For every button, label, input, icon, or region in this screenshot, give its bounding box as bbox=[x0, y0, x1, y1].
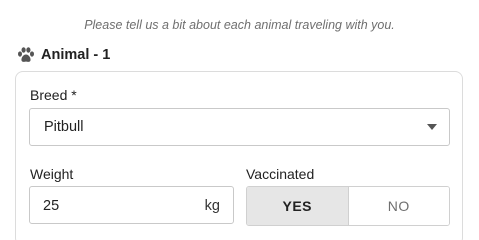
animal-title: Animal - 1 bbox=[41, 47, 111, 63]
vaccinated-toggle: YES NO bbox=[246, 186, 450, 226]
weight-label: Weight bbox=[30, 166, 74, 182]
vaccinated-no-button[interactable]: NO bbox=[348, 187, 449, 225]
paw-icon bbox=[17, 47, 35, 63]
weight-input[interactable]: 25 kg bbox=[29, 186, 234, 224]
chevron-down-icon bbox=[427, 124, 437, 130]
weight-unit: kg bbox=[204, 198, 220, 214]
animal-card: Breed * Pitbull Weight 25 kg Vaccinated … bbox=[15, 71, 463, 240]
breed-label: Breed * bbox=[30, 87, 77, 103]
weight-value: 25 bbox=[43, 198, 60, 214]
breed-select[interactable]: Pitbull bbox=[29, 108, 450, 146]
vaccinated-yes-button[interactable]: YES bbox=[247, 187, 349, 225]
breed-value: Pitbull bbox=[44, 119, 84, 135]
vaccinated-label: Vaccinated bbox=[246, 166, 315, 182]
intro-text: Please tell us a bit about each animal t… bbox=[84, 18, 395, 32]
animal-header: Animal - 1 bbox=[17, 45, 110, 65]
